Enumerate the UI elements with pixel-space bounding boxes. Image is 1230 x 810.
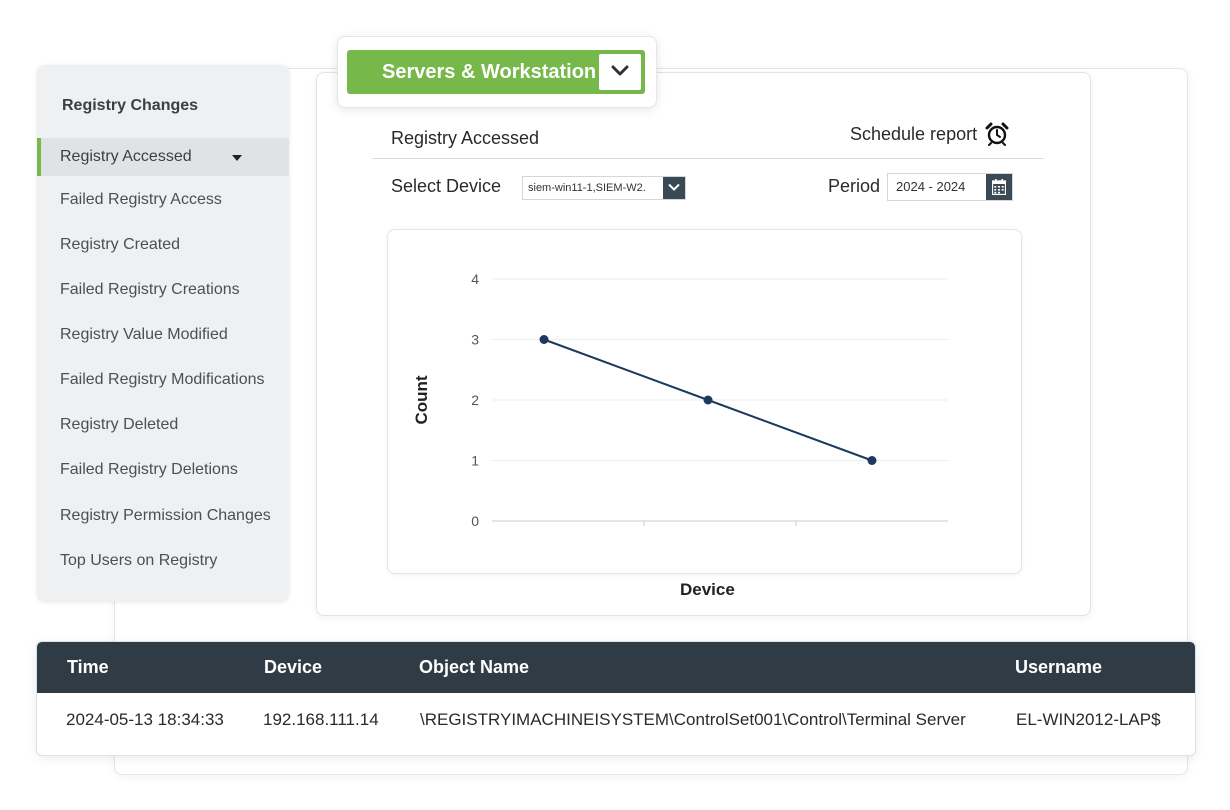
sidebar-item-failed-registry-modifications[interactable]: Failed Registry Modifications (37, 361, 289, 399)
data-point (703, 395, 713, 405)
category-dropdown-label: Servers & Workstation (382, 61, 597, 83)
cell-time: 2024-05-13 18:34:33 (66, 710, 224, 729)
cell-username: EL-WIN2012-LAP$ (1016, 710, 1161, 729)
sidebar-item-label: Failed Registry Deletions (60, 461, 238, 478)
category-dropdown-container: Servers & Workstation (337, 36, 657, 108)
sidebar-item-label: Top Users on Registry (60, 552, 218, 569)
sidebar-item-label: Failed Registry Access (60, 191, 222, 208)
chevron-down-icon[interactable] (663, 177, 685, 199)
period-input[interactable]: 2024 - 2024 (887, 173, 1013, 201)
chevron-down-icon[interactable] (599, 54, 641, 90)
sidebar-item-registry-deleted[interactable]: Registry Deleted (37, 406, 289, 444)
sidebar-item-label: Registry Created (60, 236, 181, 253)
category-dropdown[interactable]: Servers & Workstation (347, 50, 645, 94)
y-tick-label: 3 (471, 332, 479, 348)
sidebar-item-label: Registry Accessed (60, 148, 192, 165)
column-header-device[interactable]: Device (264, 642, 322, 693)
y-tick-label: 2 (471, 392, 479, 408)
sidebar-item-failed-registry-access[interactable]: Failed Registry Access (37, 181, 289, 219)
device-select-value: siem-win11-1,SIEM-W2. (528, 182, 646, 194)
sidebar-item-label: Registry Value Modified (60, 326, 228, 343)
period-value: 2024 - 2024 (896, 179, 966, 194)
x-axis-title: Device (680, 580, 735, 599)
y-tick-label: 4 (471, 271, 479, 287)
sidebar-item-registry-created[interactable]: Registry Created (37, 226, 289, 264)
chart-card: 0 1 2 3 4 Count (387, 229, 1022, 574)
sidebar-item-registry-permission-changes[interactable]: Registry Permission Changes (37, 497, 289, 535)
data-point (867, 456, 877, 465)
sidebar-item-registry-value-modified[interactable]: Registry Value Modified (37, 316, 289, 354)
sidebar-item-registry-accessed[interactable]: Registry Accessed (37, 138, 289, 176)
header-divider (372, 158, 1044, 159)
data-point (539, 335, 549, 344)
column-header-username[interactable]: Username (1015, 642, 1102, 693)
sidebar-item-label: Registry Deleted (60, 416, 179, 433)
sidebar-item-label: Failed Registry Modifications (60, 371, 265, 388)
cell-device: 192.168.111.14 (263, 710, 379, 729)
y-tick-label: 0 (471, 513, 479, 529)
calendar-icon[interactable] (986, 174, 1012, 200)
select-device-label: Select Device (391, 176, 502, 196)
sidebar-title: Registry Changes (62, 97, 199, 114)
report-title: Registry Accessed (391, 128, 540, 148)
events-table: Time Device Object Name Username 2024-05… (36, 641, 1196, 756)
cell-object-name: \REGISTRYIMACHINEISYSTEM\ControlSet001\C… (420, 710, 966, 729)
alarm-clock-icon[interactable] (985, 122, 1009, 151)
schedule-report-link[interactable]: Schedule report (850, 124, 977, 145)
column-header-time[interactable]: Time (67, 642, 109, 693)
sidebar-item-label: Failed Registry Creations (60, 281, 240, 298)
sidebar-item-failed-registry-creations[interactable]: Failed Registry Creations (37, 271, 289, 309)
line-chart: 0 1 2 3 4 Count (412, 271, 948, 529)
sidebar: Registry Changes Registry Accessed Faile… (37, 65, 289, 601)
y-tick-label: 1 (471, 453, 479, 469)
table-header: Time Device Object Name Username (37, 642, 1195, 693)
y-axis-title: Count (412, 375, 431, 424)
device-select[interactable]: siem-win11-1,SIEM-W2. (522, 176, 686, 200)
period-label: Period (828, 176, 881, 196)
sidebar-item-failed-registry-deletions[interactable]: Failed Registry Deletions (37, 451, 289, 489)
caret-down-icon (232, 155, 242, 161)
sidebar-item-top-users-on-registry[interactable]: Top Users on Registry (37, 542, 289, 580)
sidebar-item-label: Registry Permission Changes (60, 507, 271, 524)
column-header-object-name[interactable]: Object Name (419, 642, 529, 693)
